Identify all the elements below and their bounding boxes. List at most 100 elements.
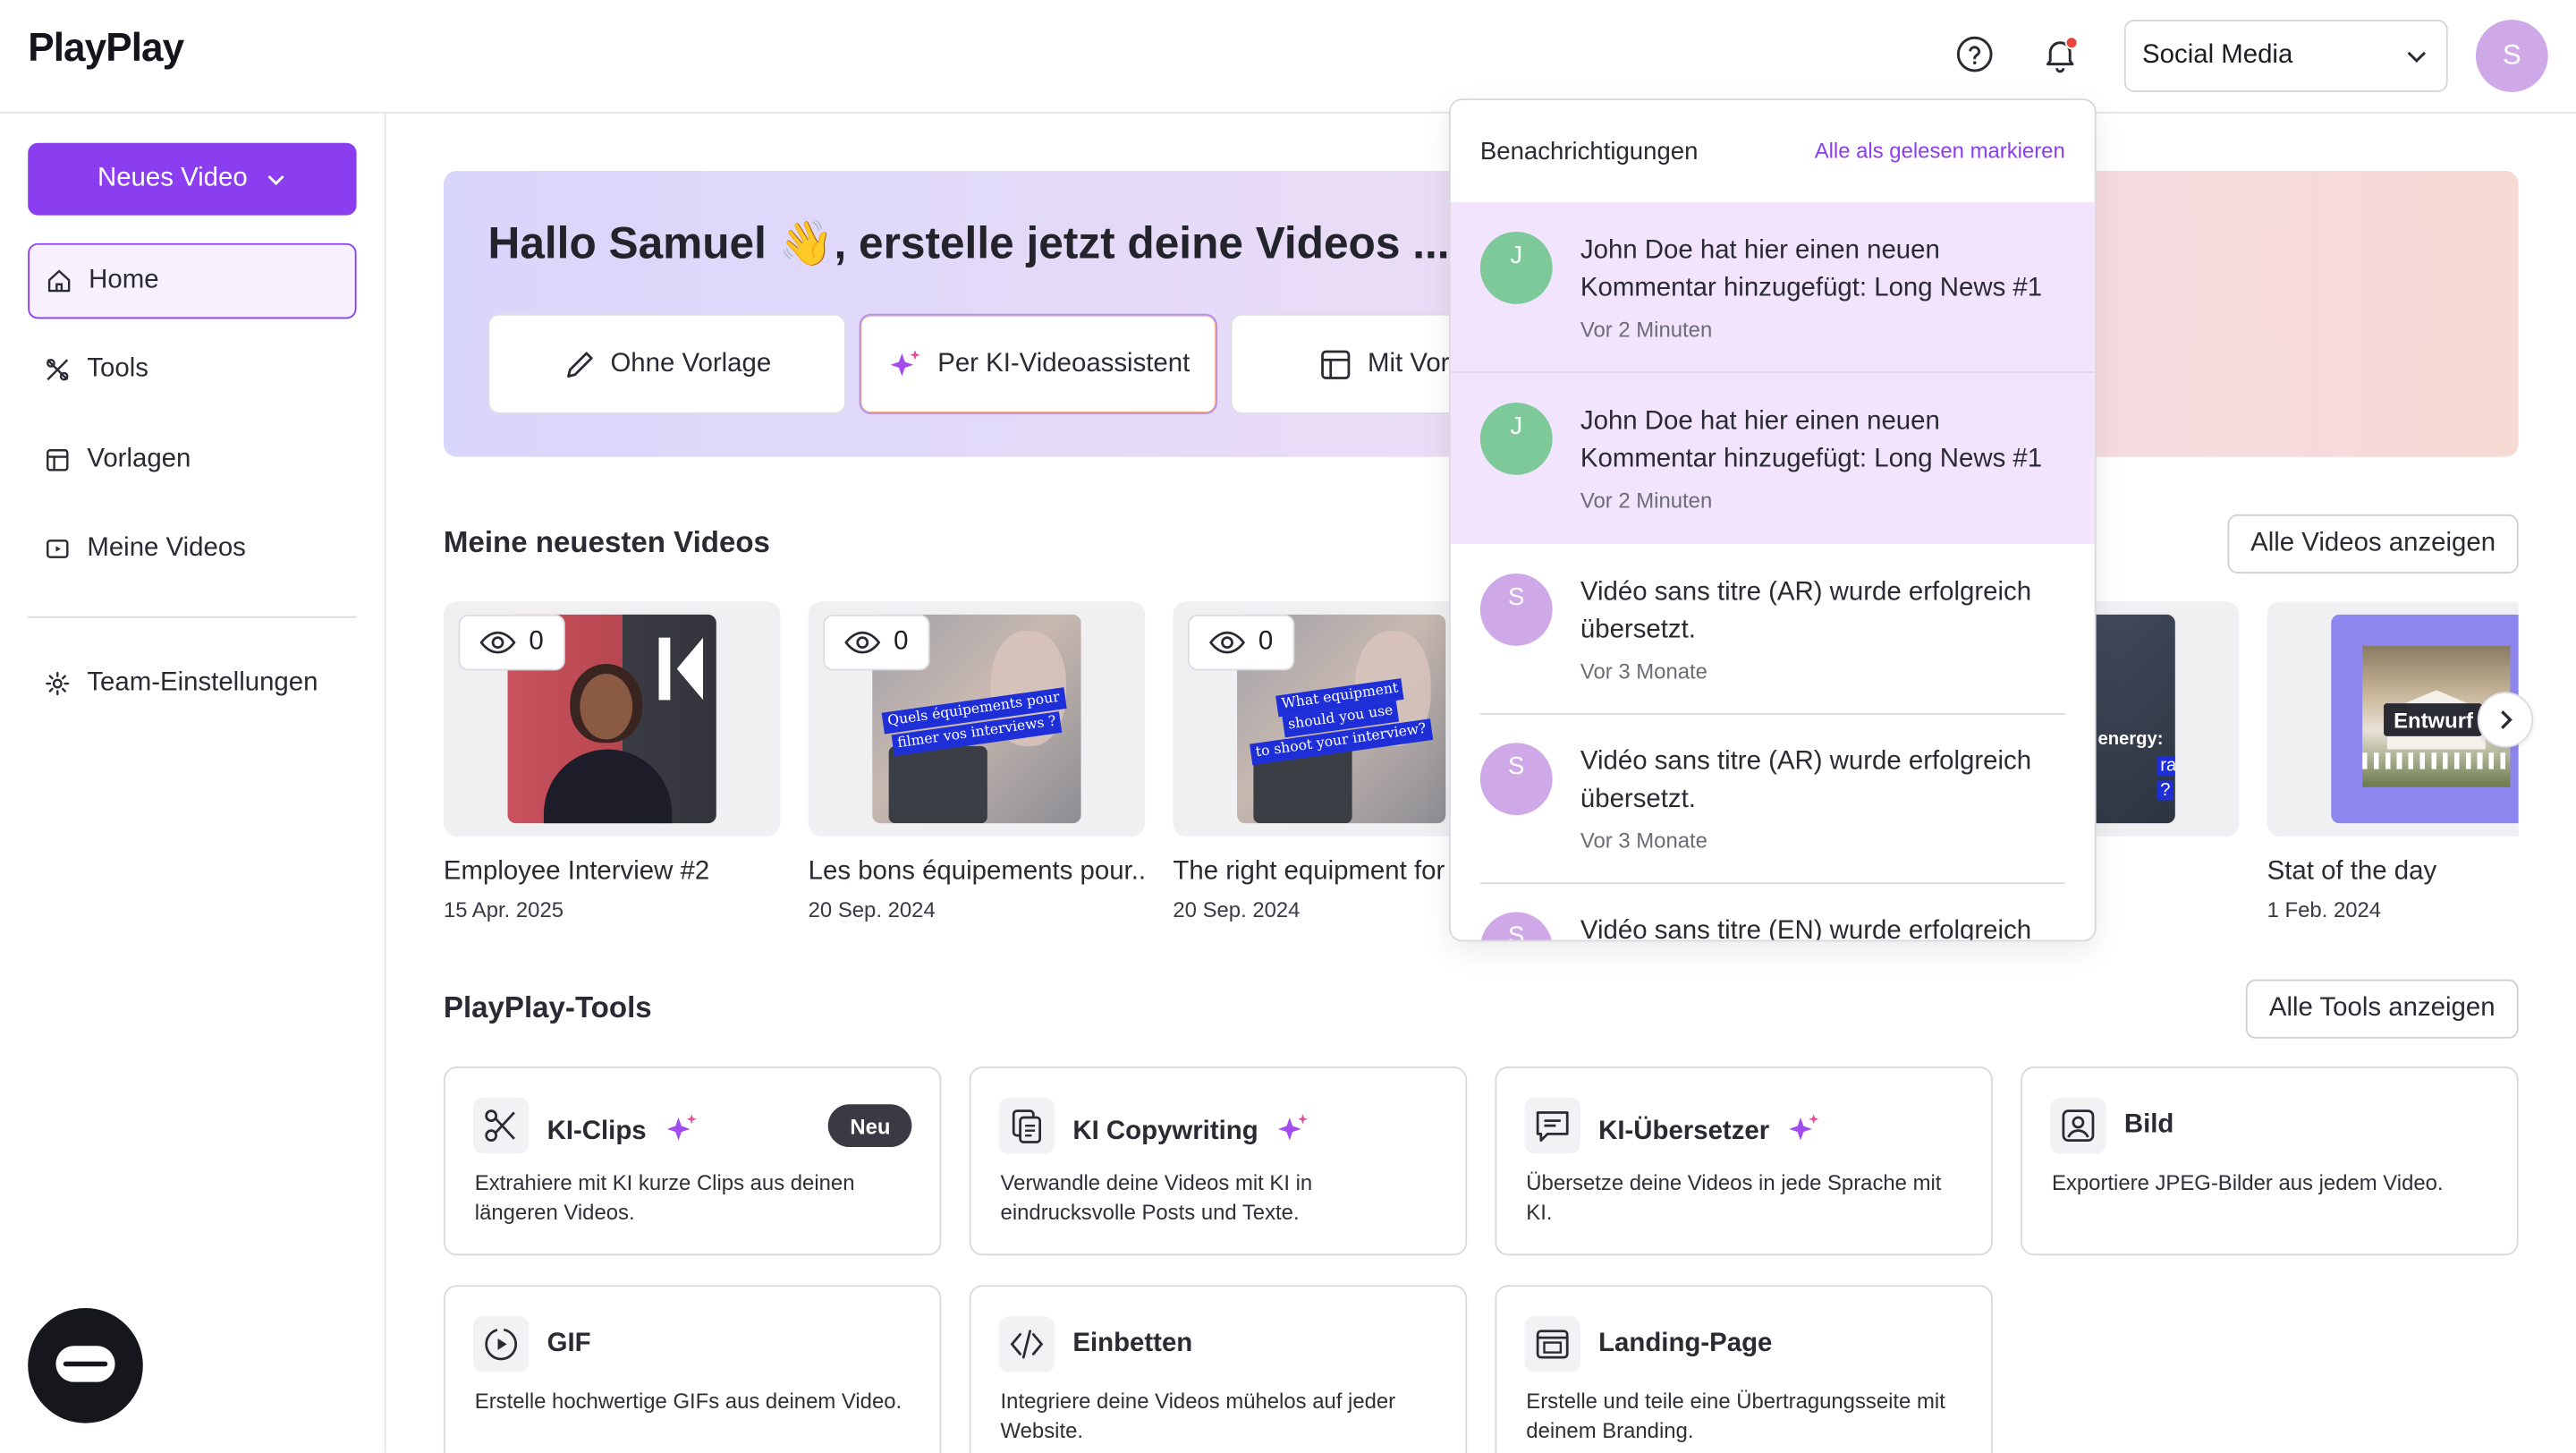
eye-icon bbox=[479, 631, 516, 654]
play-circle-icon bbox=[472, 1316, 530, 1372]
sidebar-item-label: Tools bbox=[87, 354, 148, 383]
playplay-logo[interactable]: PlayPlay bbox=[28, 26, 184, 72]
subtitles-icon bbox=[1524, 1097, 1580, 1154]
chevron-right-icon bbox=[2501, 710, 2512, 729]
video-overlay-text: raulic bbox=[2157, 755, 2175, 776]
tool-name: KI Copywriting bbox=[1072, 1111, 1311, 1147]
notification-bell-icon[interactable] bbox=[2038, 33, 2081, 76]
video-icon bbox=[47, 540, 69, 558]
tool-name-text: KI Copywriting bbox=[1072, 1117, 1258, 1146]
tool-card-image[interactable]: Bild Exportiere JPEG-Bilder aus jedem Vi… bbox=[2021, 1066, 2519, 1256]
notification-text: John Doe hat hier einen neuen Kommentar … bbox=[1580, 236, 2043, 302]
help-icon[interactable] bbox=[1953, 33, 1996, 76]
video-thumbnail[interactable]: 0 bbox=[443, 601, 781, 837]
notification-item[interactable]: J John Doe hat hier einen neuen Kommenta… bbox=[1450, 372, 2095, 544]
tool-name-text: KI-Übersetzer bbox=[1598, 1117, 1770, 1146]
sidebar-item-label: Vorlagen bbox=[87, 445, 191, 473]
chat-support-button[interactable] bbox=[28, 1308, 143, 1423]
notification-item[interactable]: S Vidéo sans titre (EN) wurde erfolgreic… bbox=[1451, 882, 2095, 942]
gear-icon bbox=[46, 671, 70, 696]
user-avatar[interactable]: S bbox=[2475, 20, 2548, 92]
sidebar-item-my-videos[interactable]: Meine Videos bbox=[28, 511, 356, 586]
notification-time: Vor 2 Minuten bbox=[1580, 488, 1713, 514]
notification-item[interactable]: S Vidéo sans titre (AR) wurde erfolgreic… bbox=[1451, 713, 2095, 885]
tools-section-title: PlayPlay-Tools bbox=[443, 990, 652, 1024]
tool-description: Exportiere JPEG-Bilder aus jedem Video. bbox=[2052, 1169, 2444, 1195]
tools-icon bbox=[47, 359, 69, 381]
show-all-tools-button[interactable]: Alle Tools anzeigen bbox=[2245, 979, 2519, 1039]
avatar: J bbox=[1479, 231, 1553, 304]
template-icon bbox=[47, 449, 69, 472]
tool-description: Erstelle und teile eine Übertragungsseit… bbox=[1526, 1389, 1945, 1442]
tool-name-text: KI-Clips bbox=[547, 1117, 647, 1146]
carousel-next-button[interactable] bbox=[2477, 692, 2534, 748]
notification-time: Vor 2 Minuten bbox=[1580, 317, 1713, 343]
tool-card-ai-translator[interactable]: KI-Übersetzer Übersetze deine Videos in … bbox=[1495, 1066, 1993, 1256]
welcome-title: Hallo Samuel 👋, erstelle jetzt deine Vid… bbox=[487, 218, 1450, 268]
code-icon bbox=[998, 1316, 1055, 1372]
sparkle-icon bbox=[1790, 1114, 1820, 1141]
tool-card-embed[interactable]: Einbetten Integriere deine Videos mühelo… bbox=[969, 1285, 1468, 1453]
notification-text: Vidéo sans titre (AR) wurde erfolgreich … bbox=[1580, 747, 2032, 814]
sidebar-divider bbox=[28, 616, 357, 618]
tool-card-gif[interactable]: GIF Erstelle hochwertige GIFs aus deinem… bbox=[443, 1285, 942, 1453]
sidebar-item-team-settings[interactable]: Team-Einstellungen bbox=[28, 646, 356, 721]
pencil-icon bbox=[566, 351, 592, 378]
new-badge: Neu bbox=[828, 1104, 912, 1148]
tool-name: Bild bbox=[2123, 1110, 2174, 1139]
tool-card-ai-copywriting[interactable]: KI Copywriting Verwandle deine Videos mi… bbox=[969, 1066, 1468, 1256]
notification-item[interactable]: S Vidéo sans titre (AR) wurde erfolgreic… bbox=[1451, 544, 2095, 715]
video-card[interactable]: Entwurf Stat of the day 1 Feb. 2024 bbox=[2267, 601, 2519, 922]
video-overlay-text: ? bbox=[2157, 780, 2174, 801]
copy-document-icon bbox=[998, 1097, 1055, 1154]
video-card[interactable]: 0 Employee Interview #2 15 Apr. 2025 bbox=[443, 601, 781, 922]
eye-icon bbox=[844, 631, 881, 654]
top-header: PlayPlay Social Media S bbox=[0, 0, 2576, 114]
avatar: J bbox=[1479, 402, 1553, 475]
sidebar-item-home[interactable]: Home bbox=[28, 242, 357, 319]
view-count: 0 bbox=[1187, 614, 1295, 671]
notification-text: Vidéo sans titre (AR) wurde erfolgreich … bbox=[1580, 578, 2032, 644]
view-count: 0 bbox=[458, 614, 565, 671]
new-video-button[interactable]: Neues Video bbox=[28, 142, 357, 216]
home-icon bbox=[47, 269, 71, 293]
chat-icon bbox=[55, 1346, 115, 1382]
mark-all-read-link[interactable]: Alle als gelesen markieren bbox=[1815, 138, 2065, 163]
view-count-value: 0 bbox=[529, 627, 544, 656]
sidebar-item-templates[interactable]: Vorlagen bbox=[28, 422, 356, 497]
sparkle-icon bbox=[666, 1114, 697, 1141]
video-overlay-text: energy: bbox=[2097, 729, 2164, 750]
workspace-select[interactable]: Social Media bbox=[2123, 20, 2448, 92]
sidebar-item-tools[interactable]: Tools bbox=[28, 332, 356, 407]
create-with-ai-assistant-button[interactable]: Per KI-Videoassistent bbox=[859, 313, 1217, 414]
video-title: Stat of the day bbox=[2267, 857, 2437, 886]
image-icon bbox=[2050, 1097, 2106, 1154]
video-thumbnail[interactable]: 0 Quels équipements pour filmer vos inte… bbox=[808, 601, 1146, 837]
show-all-videos-button[interactable]: Alle Videos anzeigen bbox=[2227, 514, 2519, 574]
chevron-down-icon bbox=[267, 174, 284, 186]
tool-card-landing-page[interactable]: Landing-Page Erstelle und teile eine Übe… bbox=[1495, 1285, 1993, 1453]
tool-description: Erstelle hochwertige GIFs aus deinem Vid… bbox=[474, 1389, 902, 1414]
notification-text: Vidéo sans titre (EN) wurde erfolgreich bbox=[1580, 916, 2032, 942]
sparkle-icon bbox=[889, 349, 920, 376]
video-card[interactable]: 0 Quels équipements pour filmer vos inte… bbox=[808, 601, 1146, 922]
scissors-icon bbox=[472, 1097, 530, 1154]
create-without-template-button[interactable]: Ohne Vorlage bbox=[487, 313, 846, 414]
tool-card-ai-clips[interactable]: KI-Clips Neu Extrahiere mit KI kurze Cli… bbox=[443, 1066, 942, 1256]
notifications-title: Benachrichtigungen bbox=[1479, 138, 1699, 166]
video-date: 1 Feb. 2024 bbox=[2267, 896, 2382, 922]
new-video-label: Neues Video bbox=[97, 164, 248, 192]
sidebar-item-label: Home bbox=[89, 266, 159, 294]
sidebar-item-label: Team-Einstellungen bbox=[87, 668, 318, 697]
tool-name: GIF bbox=[547, 1329, 591, 1358]
notification-item[interactable]: J John Doe hat hier einen neuen Kommenta… bbox=[1450, 201, 2095, 373]
notifications-header: Benachrichtigungen Alle als gelesen mark… bbox=[1451, 100, 2095, 202]
button-label: Ohne Vorlage bbox=[610, 349, 772, 378]
avatar: S bbox=[1479, 912, 1553, 940]
avatar: S bbox=[1479, 743, 1553, 816]
notification-time: Vor 3 Monate bbox=[1580, 828, 1707, 854]
workspace-label: Social Media bbox=[2142, 40, 2293, 70]
eye-icon bbox=[1208, 631, 1246, 654]
video-title: Les bons équipements pour... bbox=[808, 857, 1146, 886]
browser-window-icon bbox=[1524, 1316, 1580, 1372]
